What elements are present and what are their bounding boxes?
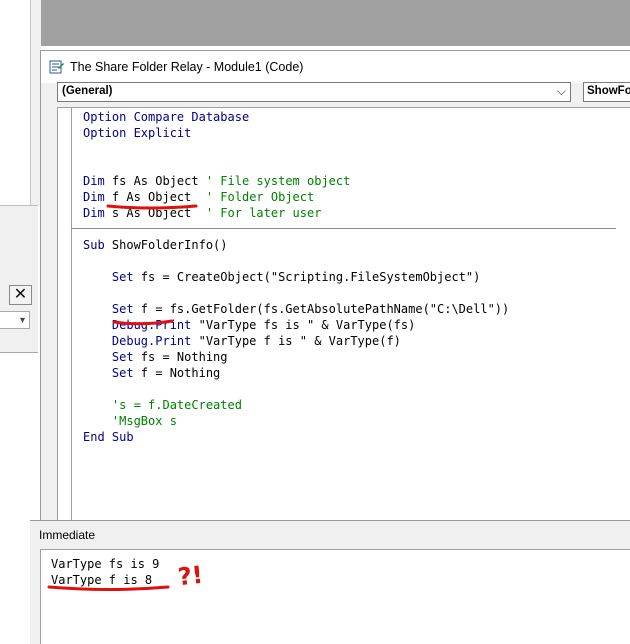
code-line: ​ xyxy=(83,381,616,397)
code-line: Dim s As Object ' For later user xyxy=(83,206,322,220)
code-text[interactable]: Option Compare DatabaseOption Explicit​​… xyxy=(71,109,616,445)
immediate-window: Immediate VarType fs is 9 VarType f is 8 xyxy=(30,520,630,644)
code-line: Option Explicit xyxy=(83,126,192,140)
procedure-separator xyxy=(71,228,616,229)
code-line: ​ xyxy=(83,253,616,269)
code-line: Set f = fs.GetFolder(fs.GetAbsolutePathN… xyxy=(83,302,510,316)
immediate-window-title: Immediate xyxy=(39,528,96,542)
code-window: The Share Folder Relay - Module1 (Code) … xyxy=(40,50,630,521)
code-line: ​ xyxy=(83,141,616,157)
procedure-dropdown-value: ShowFolderInfo xyxy=(587,85,630,97)
code-line: ​ xyxy=(83,285,616,301)
code-line: Option Compare Database xyxy=(83,110,250,124)
immediate-line: VarType f is 8 xyxy=(51,573,153,587)
code-line: Debug.Print "VarType fs is " & VarType(f… xyxy=(83,318,416,332)
procedure-dropdown[interactable]: ShowFolderInfo xyxy=(583,82,630,102)
background-app-area xyxy=(40,0,630,46)
code-line: Set fs = CreateObject("Scripting.FileSys… xyxy=(83,270,481,284)
window-title: The Share Folder Relay - Module1 (Code) xyxy=(70,60,304,74)
left-panel-dropdown[interactable]: ▾ xyxy=(0,311,30,329)
immediate-text[interactable]: VarType fs is 9 VarType f is 8 xyxy=(51,556,159,588)
object-dropdown-value: (General) xyxy=(62,85,113,97)
code-line: ​ xyxy=(83,157,616,173)
code-line: Sub ShowFolderInfo() xyxy=(83,238,228,252)
object-dropdown[interactable]: (General) ⌵ xyxy=(57,82,571,102)
module-icon xyxy=(49,60,64,74)
code-line: Set fs = Nothing xyxy=(83,350,228,364)
code-line: Set f = Nothing xyxy=(83,366,221,380)
left-panel-close-icon[interactable]: ✕ xyxy=(9,285,32,305)
chevron-down-icon[interactable]: ⌵ xyxy=(557,84,566,99)
title-bar[interactable]: The Share Folder Relay - Module1 (Code) xyxy=(41,51,630,83)
code-line: Dim fs As Object ' File system object xyxy=(83,174,351,188)
annotation-text: ?! xyxy=(176,560,205,592)
code-line: 'MsgBox s xyxy=(83,414,177,428)
code-editor[interactable]: Option Compare DatabaseOption Explicit​​… xyxy=(57,107,630,521)
immediate-line: VarType fs is 9 xyxy=(51,557,160,571)
immediate-output[interactable]: VarType fs is 9 VarType f is 8 xyxy=(40,549,630,644)
code-line: End Sub xyxy=(83,430,134,444)
code-line: 's = f.DateCreated xyxy=(83,398,242,412)
code-line: Debug.Print "VarType f is " & VarType(f) xyxy=(83,334,401,348)
margin-indicator-bar[interactable] xyxy=(58,108,72,521)
code-line: Dim f As Object ' Folder Object xyxy=(83,190,315,204)
